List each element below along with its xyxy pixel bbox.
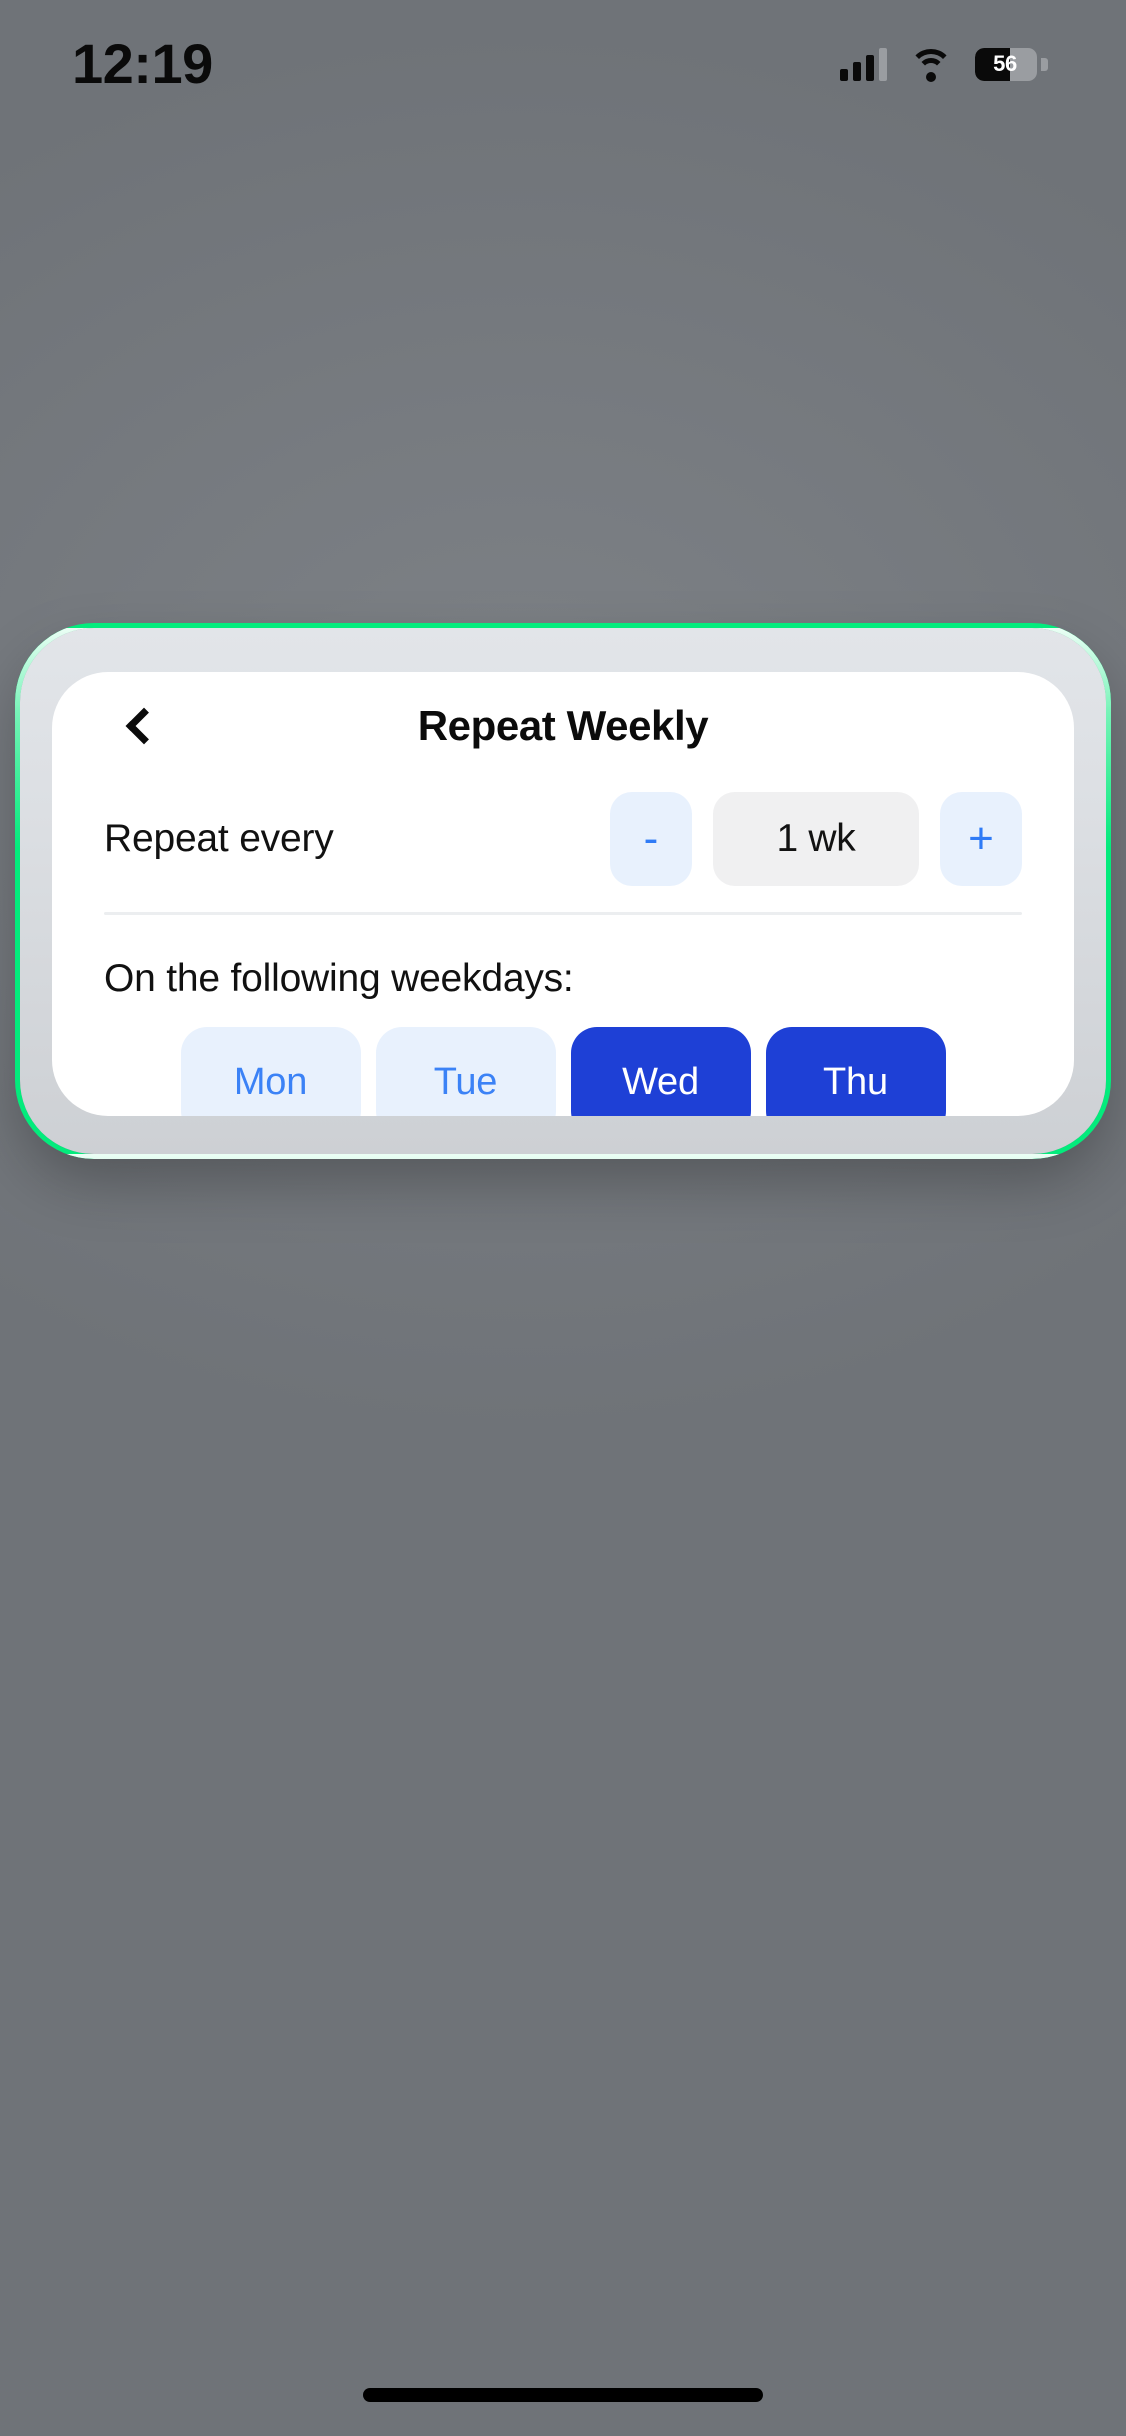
back-button[interactable] xyxy=(104,690,176,762)
home-indicator[interactable] xyxy=(363,2388,763,2402)
battery-level-text: 56 xyxy=(993,51,1017,76)
increment-interval-button[interactable]: + xyxy=(940,792,1022,886)
weekday-chip-wed[interactable]: Wed xyxy=(570,1027,751,1116)
repeat-interval-value[interactable]: 1 wk xyxy=(713,792,919,886)
weekdays-heading: On the following weekdays: xyxy=(104,957,574,1000)
decrement-interval-button[interactable]: - xyxy=(610,792,692,886)
wifi-icon xyxy=(909,47,953,82)
repeat-every-label: Repeat every xyxy=(104,817,334,860)
repeat-every-row: Repeat every - 1 wk + xyxy=(52,780,1074,898)
status-bar-clock: 12:19 xyxy=(72,32,213,95)
weekday-chip-mon[interactable]: Mon xyxy=(180,1027,361,1116)
repeat-interval-stepper: - 1 wk + xyxy=(610,792,1022,886)
chevron-left-icon xyxy=(125,707,162,745)
battery-icon: 56 xyxy=(975,47,1048,81)
status-bar: 12:19 56 xyxy=(0,0,1126,120)
status-bar-indicators: 56 xyxy=(840,39,1048,82)
dialog-header: Repeat Weekly xyxy=(52,672,1074,780)
weekday-chip-tue[interactable]: Tue xyxy=(375,1027,556,1116)
dialog-title: Repeat Weekly xyxy=(417,702,709,749)
weekday-chip-row-1: Mon Tue Wed Thu xyxy=(52,1001,1074,1116)
repeat-weekly-dialog: Repeat Weekly Repeat every - 1 wk + On t… xyxy=(52,672,1074,1116)
weekday-chip-thu[interactable]: Thu xyxy=(765,1027,946,1116)
cellular-signal-icon xyxy=(840,47,887,81)
